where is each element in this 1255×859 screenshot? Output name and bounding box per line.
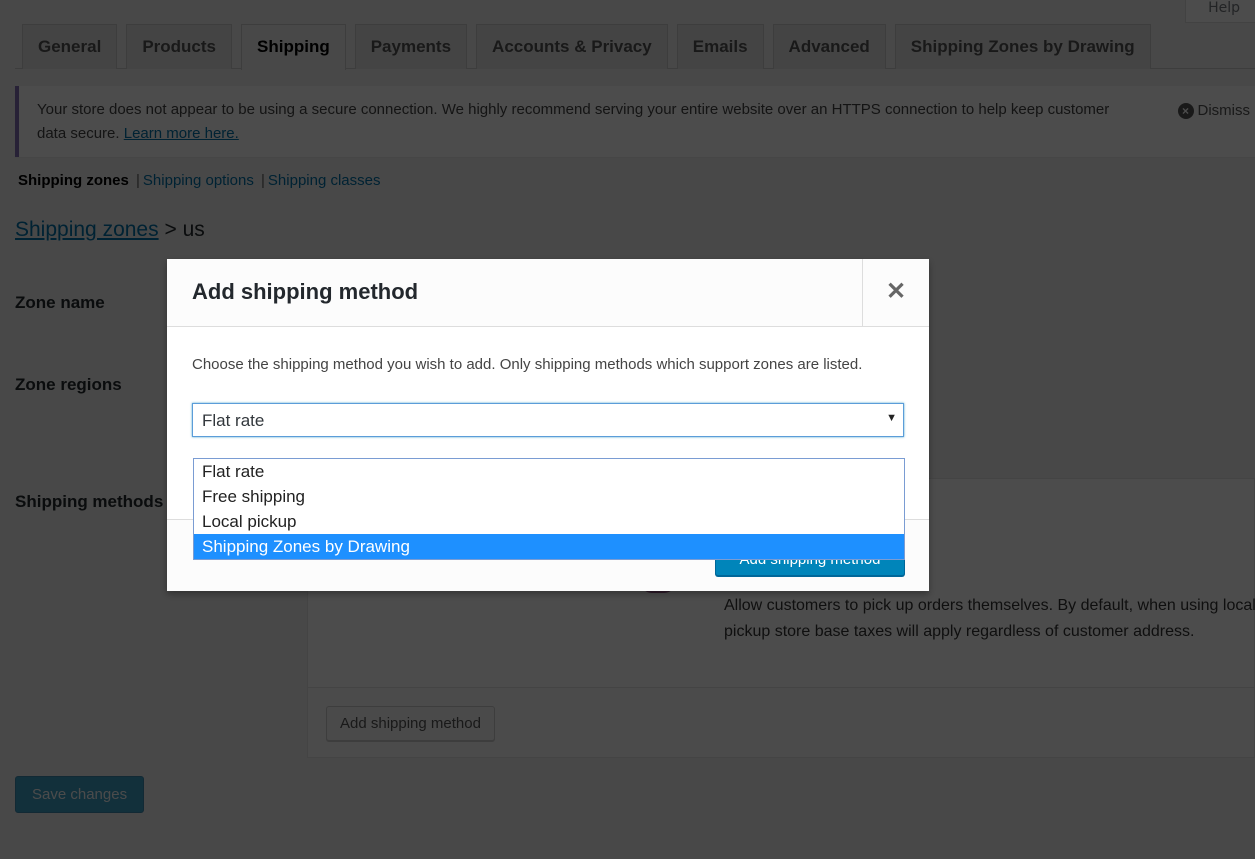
- shipping-method-select[interactable]: Flat rate ▼: [192, 403, 904, 437]
- select-current-value: Flat rate: [202, 411, 265, 430]
- close-icon: ✕: [885, 278, 907, 305]
- modal-body: Choose the shipping method you wish to a…: [167, 327, 929, 437]
- modal-close-button[interactable]: ✕: [862, 259, 929, 326]
- shipping-method-options-list: Flat rate Free shipping Local pickup Shi…: [193, 458, 905, 560]
- dropdown-arrow-icon: ▼: [886, 412, 897, 424]
- modal-header: Add shipping method ✕: [167, 259, 929, 327]
- modal-description: Choose the shipping method you wish to a…: [192, 356, 863, 373]
- option-local-pickup[interactable]: Local pickup: [194, 509, 904, 534]
- option-flat-rate[interactable]: Flat rate: [194, 459, 904, 484]
- option-shipping-zones-by-drawing[interactable]: Shipping Zones by Drawing: [194, 534, 904, 559]
- option-free-shipping[interactable]: Free shipping: [194, 484, 904, 509]
- modal-title: Add shipping method: [192, 279, 419, 304]
- add-shipping-method-modal: Add shipping method ✕ Choose the shippin…: [167, 259, 929, 591]
